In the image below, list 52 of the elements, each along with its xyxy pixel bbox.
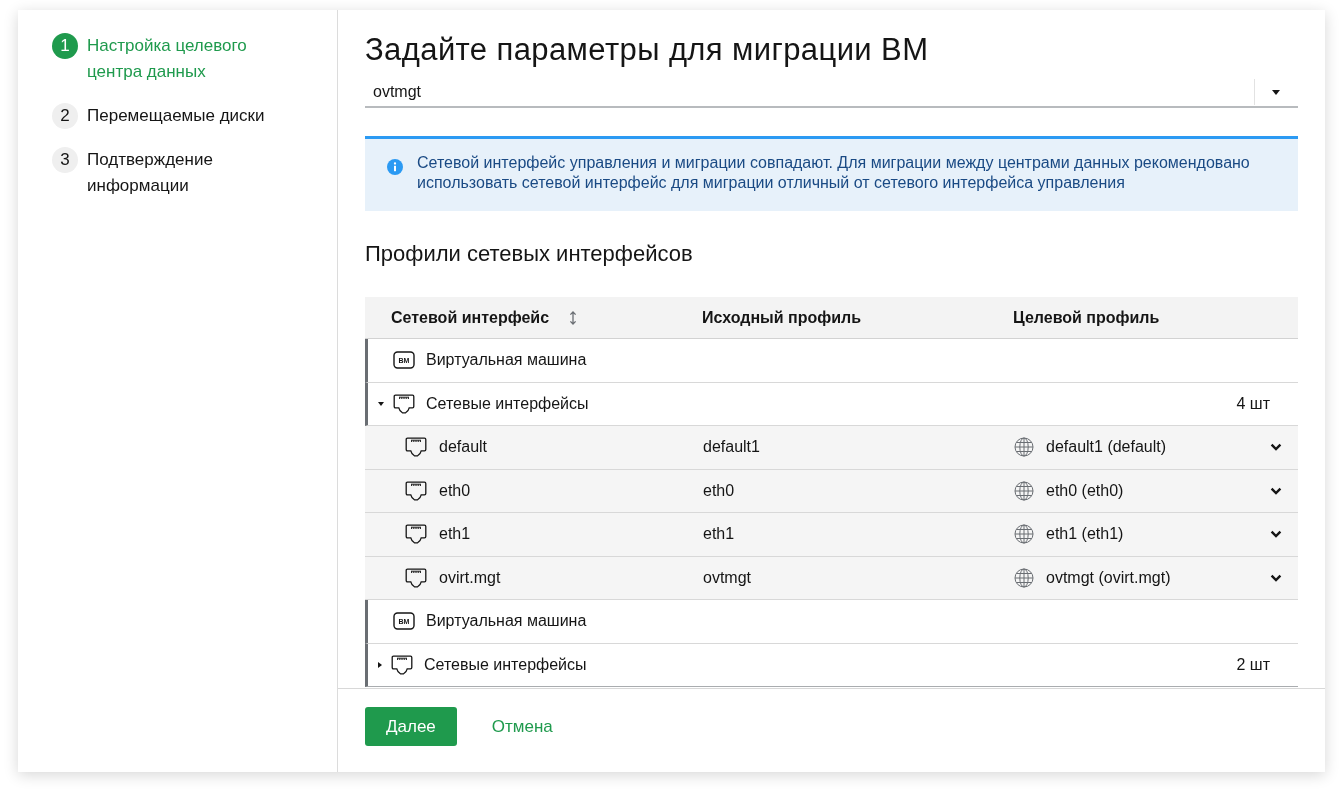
- column-header: Целевой профиль: [1013, 308, 1160, 327]
- source-profile: eth0: [703, 481, 735, 500]
- globe-icon: [1014, 480, 1034, 501]
- ethernet-port-icon: [405, 567, 427, 588]
- select-field[interactable]: ovtmgt: [365, 78, 1298, 108]
- profile-select[interactable]: eth0 (eth0): [1014, 476, 1282, 505]
- column-header: Исходный профиль: [702, 308, 862, 327]
- chevron-down-icon: [1270, 486, 1282, 495]
- ethernet-port-icon: [393, 393, 415, 414]
- interface-name: ovirt.mgt: [439, 568, 501, 587]
- step-number: 2: [52, 103, 78, 129]
- profile-select[interactable]: default1 (default): [1014, 433, 1282, 462]
- sort-icon: [569, 310, 578, 325]
- profile-select[interactable]: ovtmgt (ovirt.mgt): [1014, 563, 1282, 592]
- interface-name: default: [439, 438, 488, 457]
- ethernet-port-icon: [405, 437, 427, 458]
- info-icon: [387, 159, 403, 175]
- item-count: 4 шт: [1236, 394, 1270, 413]
- caret-right-icon[interactable]: [378, 661, 382, 668]
- chevron-down-icon: [1270, 573, 1282, 582]
- group-label: Сетевые интерфейсы: [424, 655, 587, 674]
- ethernet-port-icon: [405, 524, 427, 545]
- step-link[interactable]: Подтверждение информации: [87, 147, 287, 199]
- ethernet-port-icon: [405, 480, 427, 501]
- step-number: 1: [52, 33, 78, 59]
- ethernet-port-icon: [391, 654, 413, 675]
- globe-icon: [1014, 524, 1034, 545]
- column-header[interactable]: Сетевой интерфейс: [391, 308, 578, 327]
- source-profile: eth1: [703, 525, 735, 544]
- source-profile: default1: [703, 438, 760, 457]
- step-link[interactable]: Перемещаемые диски: [87, 103, 265, 129]
- primary-button[interactable]: Далее: [365, 707, 457, 746]
- vm-label: Виртуальная машина: [426, 612, 587, 631]
- caret-down-icon[interactable]: [378, 401, 384, 406]
- page-title: Задайте параметры для миграции ВМ: [365, 32, 930, 68]
- profile-select[interactable]: eth1 (eth1): [1014, 520, 1282, 549]
- step-link[interactable]: Настройка целевого центра данных: [87, 33, 287, 85]
- interface-name: eth1: [439, 525, 471, 544]
- source-profile: ovtmgt: [703, 568, 751, 587]
- section-title: Профили сетевых интерфейсов: [365, 240, 694, 268]
- globe-icon: [1014, 567, 1034, 588]
- chevron-down-icon: [1270, 443, 1282, 452]
- chevron-down-icon: [1270, 530, 1282, 539]
- interface-name: eth0: [439, 481, 471, 500]
- alert-message: Сетевой интерфейс управления и миграции совпадают. Для миграции между центрами данных рекомендовано использовать сетевой интерфейс для миграции отличный от сетевого интерфейса управления: [417, 153, 1251, 193]
- caret-down-icon: [1272, 89, 1280, 95]
- group-label: Сетевые интерфейсы: [426, 394, 589, 413]
- link-button[interactable]: Отмена: [491, 716, 553, 737]
- step-number: 3: [52, 147, 78, 173]
- globe-icon: [1014, 437, 1034, 458]
- vm-label: Виртуальная машина: [426, 351, 587, 370]
- item-count: 2 шт: [1236, 655, 1270, 674]
